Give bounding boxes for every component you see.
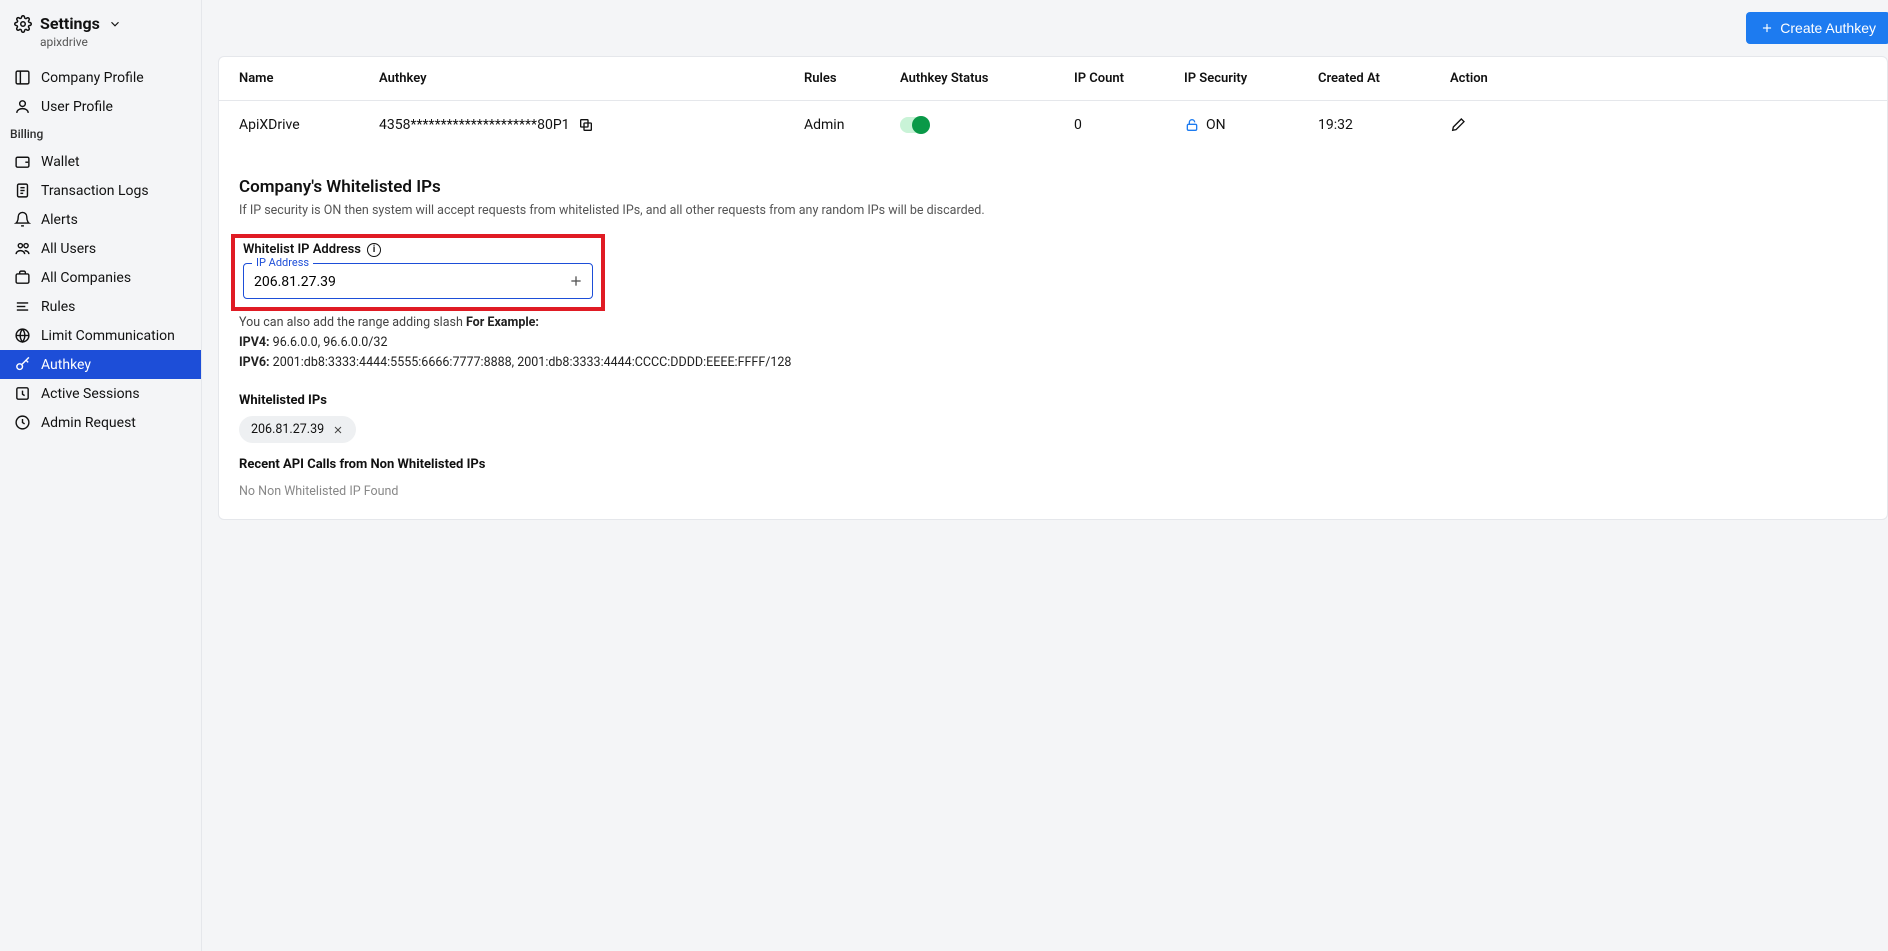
- ip-float-label: IP Address: [252, 256, 313, 269]
- sidebar-subtitle: apixdrive: [0, 35, 201, 49]
- table-row: ApiXDrive 4358*********************80P1 …: [219, 101, 1887, 159]
- create-authkey-button[interactable]: Create Authkey: [1746, 12, 1888, 44]
- chip-label: 206.81.27.39: [251, 422, 324, 437]
- chevron-down-icon[interactable]: [108, 17, 122, 31]
- cell-authkey: 4358*********************80P1: [379, 117, 570, 133]
- sidebar-item-label: Rules: [41, 299, 75, 315]
- plus-icon: [1760, 21, 1774, 35]
- whitelisted-ip-chip: 206.81.27.39: [239, 416, 356, 443]
- remove-ip-icon[interactable]: [332, 424, 344, 436]
- layout-icon: [14, 69, 31, 86]
- whitelisted-ips-title: Whitelisted IPs: [219, 379, 1887, 416]
- sidebar-item-admin-request[interactable]: Admin Request: [0, 408, 201, 437]
- cell-name: ApiXDrive: [239, 117, 379, 133]
- sidebar-item-label: Authkey: [41, 357, 91, 373]
- sidebar-item-all-companies[interactable]: All Companies: [0, 263, 201, 292]
- sidebar-item-label: All Companies: [41, 270, 131, 286]
- sidebar-item-label: Company Profile: [41, 70, 144, 86]
- sidebar-item-label: All Users: [41, 241, 96, 257]
- key-icon: [14, 356, 31, 373]
- topbar: Create Authkey: [202, 0, 1888, 56]
- sidebar-item-label: Active Sessions: [41, 386, 140, 402]
- status-toggle[interactable]: [900, 117, 930, 133]
- sidebar-item-label: Limit Communication: [41, 328, 175, 344]
- lock-icon: [1184, 117, 1200, 133]
- sidebar-item-label: Alerts: [41, 212, 78, 228]
- th-created: Created At: [1318, 71, 1450, 86]
- sidebar-section-billing: Billing: [0, 121, 201, 147]
- shield-icon: [14, 414, 31, 431]
- sidebar-item-label: Admin Request: [41, 415, 136, 431]
- ip-input-container[interactable]: IP Address: [243, 263, 593, 299]
- bell-icon: [14, 211, 31, 228]
- sidebar-item-all-users[interactable]: All Users: [0, 234, 201, 263]
- sidebar-item-transaction-logs[interactable]: Transaction Logs: [0, 176, 201, 205]
- whitelist-field-label: Whitelist IP Address: [243, 242, 361, 257]
- document-icon: [14, 182, 31, 199]
- sidebar-item-rules[interactable]: Rules: [0, 292, 201, 321]
- globe-icon: [14, 327, 31, 344]
- th-name: Name: [239, 71, 379, 86]
- whitelist-title: Company's Whitelisted IPs: [219, 159, 1887, 203]
- users-icon: [14, 240, 31, 257]
- ip-range-note: You can also add the range adding slash …: [219, 307, 1887, 379]
- sidebar-item-company-profile[interactable]: Company Profile: [0, 63, 201, 92]
- sidebar-title: Settings: [40, 14, 100, 33]
- sidebar-item-label: User Profile: [41, 99, 113, 115]
- copy-icon[interactable]: [578, 117, 594, 133]
- sidebar-item-active-sessions[interactable]: Active Sessions: [0, 379, 201, 408]
- sidebar-item-label: Transaction Logs: [41, 183, 149, 199]
- cell-created: 19:32: [1318, 117, 1450, 133]
- sidebar-item-alerts[interactable]: Alerts: [0, 205, 201, 234]
- briefcase-icon: [14, 269, 31, 286]
- info-icon[interactable]: i: [367, 243, 381, 257]
- sidebar-header[interactable]: Settings: [0, 14, 201, 35]
- highlighted-ip-input-area: Whitelist IP Address i IP Address: [231, 234, 605, 311]
- table-header: Name Authkey Rules Authkey Status IP Cou…: [219, 57, 1887, 101]
- th-ipsec: IP Security: [1184, 71, 1318, 86]
- th-authkey: Authkey: [379, 71, 804, 86]
- main: Create Authkey Name Authkey Rules Authke…: [202, 0, 1888, 951]
- sidebar-item-limit-communication[interactable]: Limit Communication: [0, 321, 201, 350]
- sidebar: Settings apixdrive Company Profile User …: [0, 0, 202, 951]
- cell-rules: Admin: [804, 117, 900, 133]
- cell-ipcount: 0: [1074, 117, 1184, 133]
- add-ip-icon[interactable]: [568, 273, 584, 289]
- gear-icon: [14, 15, 32, 33]
- recent-calls-title: Recent API Calls from Non Whitelisted IP…: [219, 443, 1887, 480]
- clock-icon: [14, 385, 31, 402]
- sidebar-item-user-profile[interactable]: User Profile: [0, 92, 201, 121]
- wallet-icon: [14, 153, 31, 170]
- th-status: Authkey Status: [900, 71, 1074, 86]
- edit-icon[interactable]: [1450, 117, 1466, 133]
- sidebar-item-label: Wallet: [41, 154, 80, 170]
- whitelist-desc: If IP security is ON then system will ac…: [219, 203, 1887, 234]
- ip-address-input[interactable]: [254, 274, 556, 290]
- th-action: Action: [1450, 71, 1867, 86]
- th-rules: Rules: [804, 71, 900, 86]
- user-icon: [14, 98, 31, 115]
- recent-calls-empty: No Non Whitelisted IP Found: [219, 480, 1887, 519]
- list-icon: [14, 298, 31, 315]
- th-ipcount: IP Count: [1074, 71, 1184, 86]
- sidebar-item-wallet[interactable]: Wallet: [0, 147, 201, 176]
- cell-ipsec: ON: [1206, 117, 1226, 133]
- authkey-card: Name Authkey Rules Authkey Status IP Cou…: [218, 56, 1888, 520]
- sidebar-item-authkey[interactable]: Authkey: [0, 350, 201, 379]
- create-authkey-label: Create Authkey: [1780, 20, 1876, 36]
